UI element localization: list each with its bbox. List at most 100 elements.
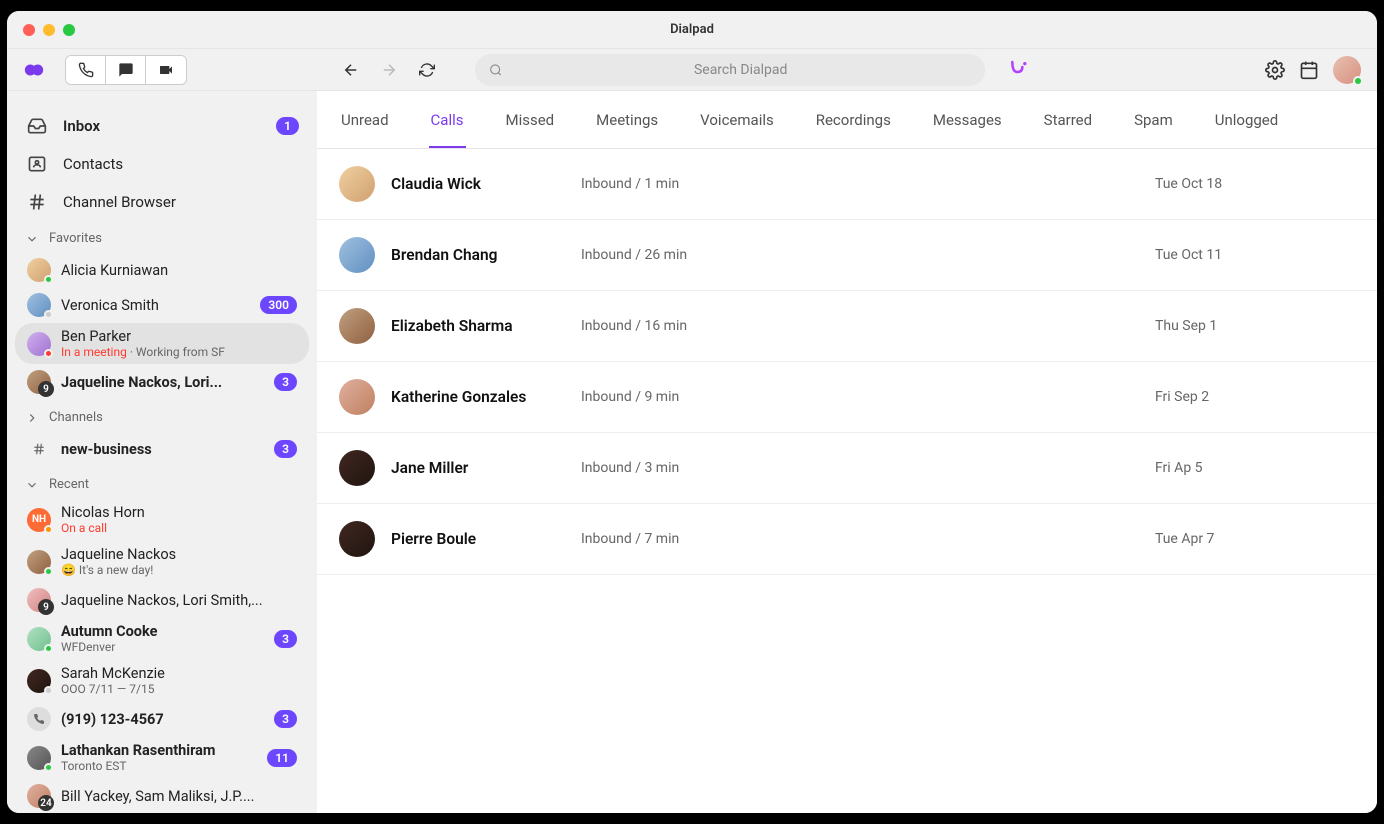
badge: 3: [274, 440, 297, 458]
tab-spam[interactable]: Spam: [1132, 93, 1175, 147]
contact-avatar: 9: [27, 370, 51, 394]
call-date: Tue Oct 18: [1155, 176, 1355, 192]
chevron-down-icon: [25, 232, 39, 246]
tab-missed[interactable]: Missed: [504, 93, 557, 147]
minimize-window[interactable]: [43, 24, 55, 36]
status-dot: [44, 644, 53, 653]
favorite-item[interactable]: 9Jaqueline Nackos, Lori...3: [15, 365, 309, 399]
section-recent[interactable]: Recent: [7, 467, 317, 498]
nav-label: Channel Browser: [63, 193, 176, 211]
status-dot: [44, 349, 53, 358]
call-row[interactable]: Claudia WickInbound / 1 minTue Oct 18: [317, 149, 1377, 220]
favorite-item[interactable]: Veronica Smith300: [15, 288, 309, 322]
nav-label: Contacts: [63, 155, 123, 173]
forward-button[interactable]: [375, 56, 403, 84]
tab-calls[interactable]: Calls: [429, 93, 466, 147]
recent-item[interactable]: Sarah McKenzieOOO 7/11 — 7/15: [15, 660, 309, 701]
contact-name: Alicia Kurniawan: [61, 262, 297, 279]
contact-status: WFDenver: [61, 640, 264, 654]
tab-voicemails[interactable]: Voicemails: [698, 93, 776, 147]
favorite-item[interactable]: Ben ParkerIn a meeting · Working from SF: [15, 323, 309, 364]
contact-avatar: [27, 332, 51, 356]
contact-avatar: [27, 707, 51, 731]
call-meta: Inbound / 16 min: [581, 318, 1155, 334]
titlebar: Dialpad: [7, 11, 1377, 49]
contact-avatar: [27, 258, 51, 282]
recent-item[interactable]: Lathankan RasenthiramToronto EST11: [15, 737, 309, 778]
group-count: 9: [38, 381, 54, 397]
sidebar: Inbox 1 Contacts Channel Browser Favorit…: [7, 91, 317, 813]
contact-avatar: 9: [27, 588, 51, 612]
contact-status: OOO 7/11 — 7/15: [61, 682, 297, 696]
tab-starred[interactable]: Starred: [1042, 93, 1094, 147]
tab-messages[interactable]: Messages: [931, 93, 1004, 147]
chevron-down-icon: [25, 478, 39, 492]
call-row[interactable]: Elizabeth SharmaInbound / 16 minThu Sep …: [317, 291, 1377, 362]
caller-name: Pierre Boule: [391, 530, 581, 548]
contact-name: Jaqueline Nackos, Lori Smith,...: [61, 592, 297, 609]
contact-name: Lathankan Rasenthiram: [61, 742, 257, 759]
window-title: Dialpad: [670, 22, 714, 37]
nav-inbox[interactable]: Inbox 1: [7, 107, 317, 145]
call-row[interactable]: Katherine GonzalesInbound / 9 minFri Sep…: [317, 362, 1377, 433]
video-button[interactable]: [146, 56, 186, 84]
inbox-icon: [25, 114, 49, 138]
ai-icon[interactable]: [1009, 57, 1029, 82]
call-button[interactable]: [66, 56, 106, 84]
recent-item[interactable]: Autumn CookeWFDenver3: [15, 618, 309, 659]
search-bar[interactable]: [475, 54, 985, 86]
search-input[interactable]: [510, 62, 971, 78]
caller-name: Elizabeth Sharma: [391, 317, 581, 335]
status-dot: [44, 567, 53, 576]
contact-avatar: [27, 550, 51, 574]
main-content: Unread Calls Missed Meetings Voicemails Recor…: [317, 91, 1377, 813]
channel-item[interactable]: new-business3: [15, 432, 309, 466]
call-meta: Inbound / 26 min: [581, 247, 1155, 263]
app-logo: [23, 59, 45, 81]
recent-item[interactable]: 9 Jaqueline Nackos, Lori Smith,...: [15, 583, 309, 617]
contact-status: On a call: [61, 521, 297, 535]
maximize-window[interactable]: [63, 24, 75, 36]
call-date: Tue Oct 11: [1155, 247, 1355, 263]
reload-button[interactable]: [413, 56, 441, 84]
contact-name: Ben Parker: [61, 328, 297, 345]
badge: 11: [267, 749, 297, 767]
recent-item[interactable]: NHNicolas HornOn a call: [15, 499, 309, 540]
section-favorites[interactable]: Favorites: [7, 221, 317, 252]
contact-avatar: [27, 293, 51, 317]
contact-name: Bill Yackey, Sam Maliksi, J.P....: [61, 788, 297, 805]
caller-avatar: [339, 379, 375, 415]
tabs: Unread Calls Missed Meetings Voicemails Recor…: [317, 91, 1377, 149]
caller-name: Katherine Gonzales: [391, 388, 581, 406]
caller-name: Jane Miller: [391, 459, 581, 477]
user-avatar[interactable]: [1333, 56, 1361, 84]
back-button[interactable]: [337, 56, 365, 84]
caller-name: Brendan Chang: [391, 246, 581, 264]
nav-channel-browser[interactable]: Channel Browser: [7, 183, 317, 221]
section-channels[interactable]: Channels: [7, 400, 317, 431]
contact-name: Veronica Smith: [61, 297, 250, 314]
recent-item[interactable]: Jaqueline Nackos😄 It's a new day!: [15, 541, 309, 582]
call-meta: Inbound / 9 min: [581, 389, 1155, 405]
calendar-button[interactable]: [1299, 60, 1319, 80]
settings-button[interactable]: [1265, 60, 1285, 80]
contacts-icon: [25, 152, 49, 176]
call-row[interactable]: Jane MillerInbound / 3 minFri Ap 5: [317, 433, 1377, 504]
status-dot: [44, 275, 53, 284]
tab-meetings[interactable]: Meetings: [594, 93, 660, 147]
tab-unread[interactable]: Unread: [339, 93, 391, 147]
call-row[interactable]: Pierre BouleInbound / 7 minTue Apr 7: [317, 504, 1377, 575]
recent-item[interactable]: 24Bill Yackey, Sam Maliksi, J.P....: [15, 779, 309, 813]
call-row[interactable]: Brendan ChangInbound / 26 minTue Oct 11: [317, 220, 1377, 291]
tab-unlogged[interactable]: Unlogged: [1213, 93, 1280, 147]
favorite-item[interactable]: Alicia Kurniawan: [15, 253, 309, 287]
badge: 3: [274, 630, 297, 648]
close-window[interactable]: [23, 24, 35, 36]
recent-item[interactable]: (919) 123-45673: [15, 702, 309, 736]
toolbar: [7, 49, 1377, 91]
tab-recordings[interactable]: Recordings: [814, 93, 893, 147]
message-button[interactable]: [106, 56, 146, 84]
call-date: Fri Sep 2: [1155, 389, 1355, 405]
nav-contacts[interactable]: Contacts: [7, 145, 317, 183]
nav-label: Inbox: [63, 117, 100, 135]
